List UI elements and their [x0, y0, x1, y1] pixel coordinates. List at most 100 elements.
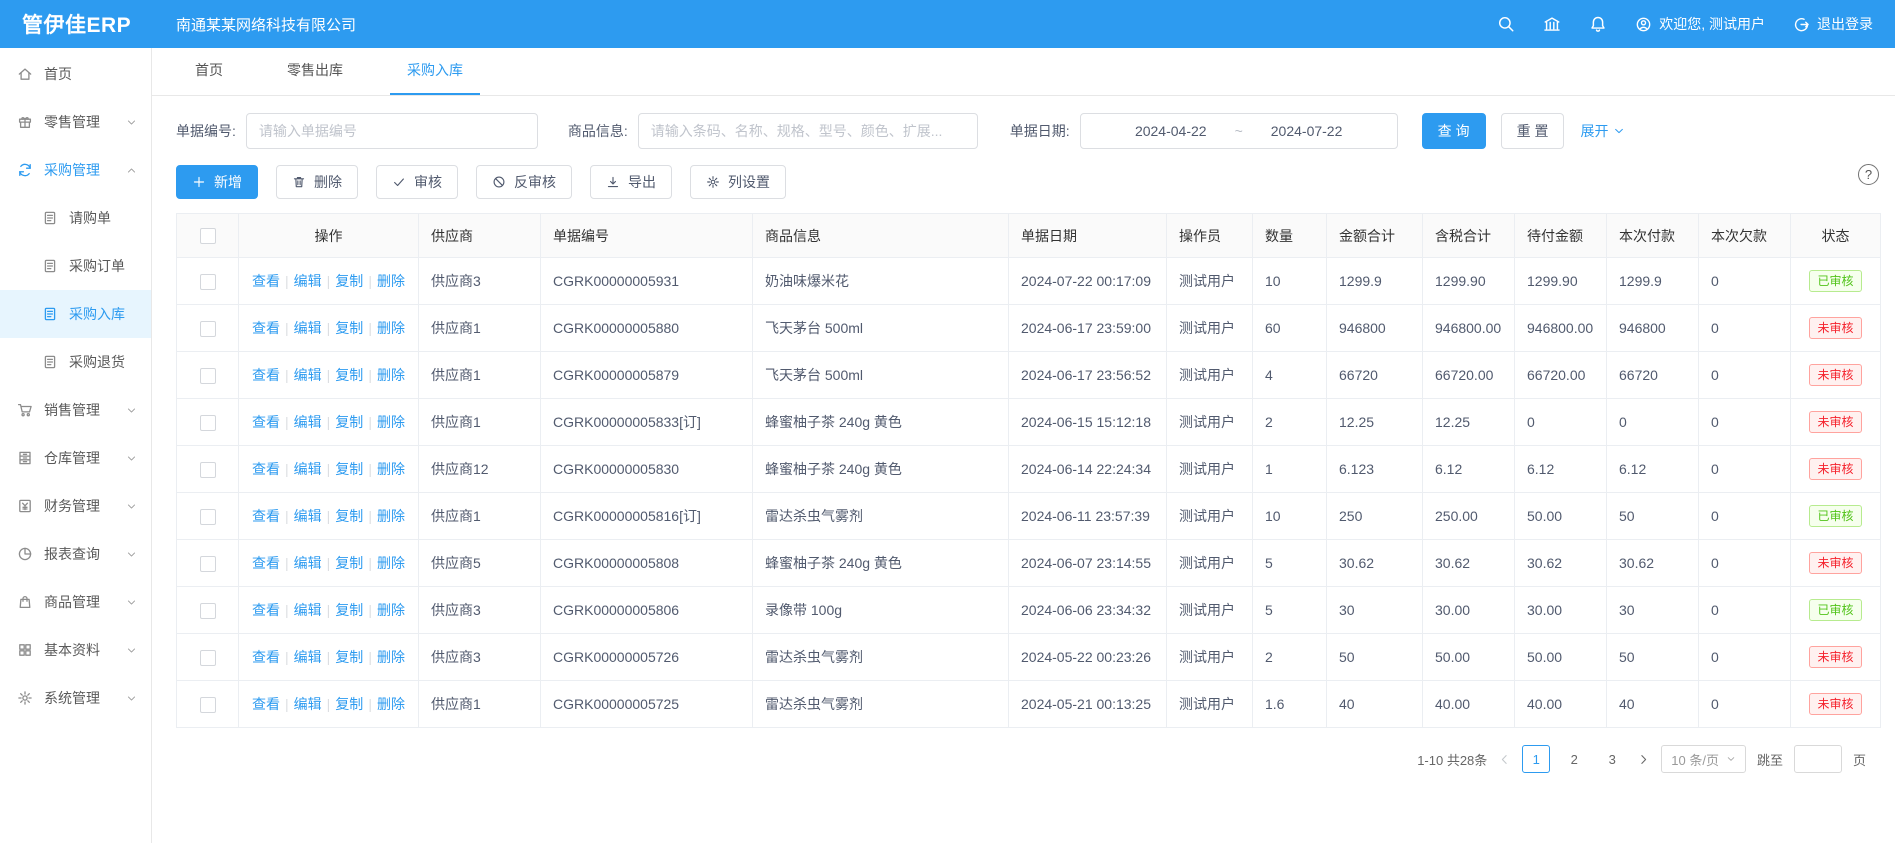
action-copy-link[interactable]: 复制: [335, 555, 363, 571]
action-delete-link[interactable]: 删除: [377, 696, 405, 712]
action-view-link[interactable]: 查看: [252, 696, 280, 712]
action-delete-link[interactable]: 删除: [377, 367, 405, 383]
sidebar-item-purchase-inbound[interactable]: 采购入库: [0, 290, 151, 338]
action-edit-link[interactable]: 编辑: [294, 367, 322, 383]
gear-icon: [17, 690, 33, 706]
search-icon[interactable]: [1497, 15, 1515, 33]
jump-page-input[interactable]: [1794, 745, 1842, 773]
action-copy-link[interactable]: 复制: [335, 273, 363, 289]
unaudit-button[interactable]: 反审核: [476, 165, 572, 199]
help-icon[interactable]: ?: [1858, 164, 1879, 185]
action-delete-link[interactable]: 删除: [377, 273, 405, 289]
action-edit-link[interactable]: 编辑: [294, 461, 322, 477]
page-button-2[interactable]: 2: [1560, 745, 1588, 773]
row-checkbox[interactable]: [200, 368, 216, 384]
row-checkbox[interactable]: [200, 415, 216, 431]
sidebar-item-report-query[interactable]: 报表查询: [0, 530, 151, 578]
row-checkbox[interactable]: [200, 697, 216, 713]
row-checkbox[interactable]: [200, 274, 216, 290]
action-copy-link[interactable]: 复制: [335, 367, 363, 383]
action-copy-link[interactable]: 复制: [335, 320, 363, 336]
select-all-checkbox[interactable]: [200, 228, 216, 244]
row-checkbox[interactable]: [200, 603, 216, 619]
action-edit-link[interactable]: 编辑: [294, 508, 322, 524]
action-delete-link[interactable]: 删除: [377, 461, 405, 477]
doc-no-input[interactable]: [246, 113, 538, 149]
action-copy-link[interactable]: 复制: [335, 602, 363, 618]
next-page-button[interactable]: [1637, 753, 1650, 766]
sidebar-item-product-mgmt[interactable]: 商品管理: [0, 578, 151, 626]
action-edit-link[interactable]: 编辑: [294, 555, 322, 571]
page-button-3[interactable]: 3: [1598, 745, 1626, 773]
export-button[interactable]: 导出: [590, 165, 672, 199]
warehouse-icon: [17, 450, 33, 466]
add-button[interactable]: 新增: [176, 165, 258, 199]
row-select-cell: [177, 493, 239, 540]
reset-button[interactable]: 重 置: [1501, 113, 1565, 149]
action-view-link[interactable]: 查看: [252, 555, 280, 571]
action-delete-link[interactable]: 删除: [377, 602, 405, 618]
action-edit-link[interactable]: 编辑: [294, 320, 322, 336]
action-copy-link[interactable]: 复制: [335, 508, 363, 524]
search-button[interactable]: 查 询: [1422, 113, 1486, 149]
action-edit-link[interactable]: 编辑: [294, 602, 322, 618]
row-checkbox[interactable]: [200, 321, 216, 337]
bank-icon[interactable]: [1543, 15, 1561, 33]
sidebar-item-purchase-order[interactable]: 采购订单: [0, 242, 151, 290]
row-checkbox[interactable]: [200, 509, 216, 525]
action-view-link[interactable]: 查看: [252, 602, 280, 618]
sidebar-item-purchase-mgmt[interactable]: 采购管理: [0, 146, 151, 194]
product-input[interactable]: [638, 113, 978, 149]
sidebar-item-purchase-request[interactable]: 请购单: [0, 194, 151, 242]
action-edit-link[interactable]: 编辑: [294, 273, 322, 289]
column-settings-button[interactable]: 列设置: [690, 165, 786, 199]
tab-purchase-inbound[interactable]: 采购入库: [390, 48, 480, 95]
delete-button[interactable]: 删除: [276, 165, 358, 199]
sidebar-item-retail-mgmt[interactable]: 零售管理: [0, 98, 151, 146]
row-checkbox[interactable]: [200, 556, 216, 572]
date-end-value[interactable]: 2024-07-22: [1271, 123, 1343, 139]
action-view-link[interactable]: 查看: [252, 649, 280, 665]
action-view-link[interactable]: 查看: [252, 508, 280, 524]
action-view-link[interactable]: 查看: [252, 461, 280, 477]
welcome-user[interactable]: 欢迎您, 测试用户: [1635, 14, 1765, 34]
action-delete-link[interactable]: 删除: [377, 508, 405, 524]
tab-retail-outbound[interactable]: 零售出库: [270, 48, 360, 95]
action-copy-link[interactable]: 复制: [335, 414, 363, 430]
page-size-select[interactable]: 10 条/页: [1661, 745, 1746, 773]
sidebar-item-sales-mgmt[interactable]: 销售管理: [0, 386, 151, 434]
action-edit-link[interactable]: 编辑: [294, 696, 322, 712]
pagination-summary: 1-10 共28条: [1417, 750, 1487, 769]
action-delete-link[interactable]: 删除: [377, 414, 405, 430]
tab-home[interactable]: 首页: [178, 48, 240, 95]
action-delete-link[interactable]: 删除: [377, 649, 405, 665]
sidebar-item-warehouse-mgmt[interactable]: 仓库管理: [0, 434, 151, 482]
date-start-value[interactable]: 2024-04-22: [1135, 123, 1207, 139]
page-button-1[interactable]: 1: [1522, 745, 1550, 773]
expand-link[interactable]: 展开: [1580, 121, 1625, 141]
action-copy-link[interactable]: 复制: [335, 461, 363, 477]
audit-button[interactable]: 审核: [376, 165, 458, 199]
action-view-link[interactable]: 查看: [252, 273, 280, 289]
sidebar-item-purchase-return[interactable]: 采购退货: [0, 338, 151, 386]
prev-page-button[interactable]: [1498, 753, 1511, 766]
date-range-picker[interactable]: 2024-04-22 ~ 2024-07-22: [1080, 113, 1398, 149]
action-delete-link[interactable]: 删除: [377, 555, 405, 571]
action-edit-link[interactable]: 编辑: [294, 649, 322, 665]
sidebar-item-finance-mgmt[interactable]: 财务管理: [0, 482, 151, 530]
action-copy-link[interactable]: 复制: [335, 649, 363, 665]
action-view-link[interactable]: 查看: [252, 367, 280, 383]
action-view-link[interactable]: 查看: [252, 320, 280, 336]
action-edit-link[interactable]: 编辑: [294, 414, 322, 430]
row-checkbox[interactable]: [200, 462, 216, 478]
sidebar-item-basic-data[interactable]: 基本资料: [0, 626, 151, 674]
sidebar-item-system-mgmt[interactable]: 系统管理: [0, 674, 151, 722]
row-select-cell: [177, 681, 239, 728]
action-delete-link[interactable]: 删除: [377, 320, 405, 336]
action-copy-link[interactable]: 复制: [335, 696, 363, 712]
row-checkbox[interactable]: [200, 650, 216, 666]
logout-button[interactable]: 退出登录: [1793, 14, 1873, 34]
action-view-link[interactable]: 查看: [252, 414, 280, 430]
bell-icon[interactable]: [1589, 15, 1607, 33]
sidebar-item-home[interactable]: 首页: [0, 50, 151, 98]
